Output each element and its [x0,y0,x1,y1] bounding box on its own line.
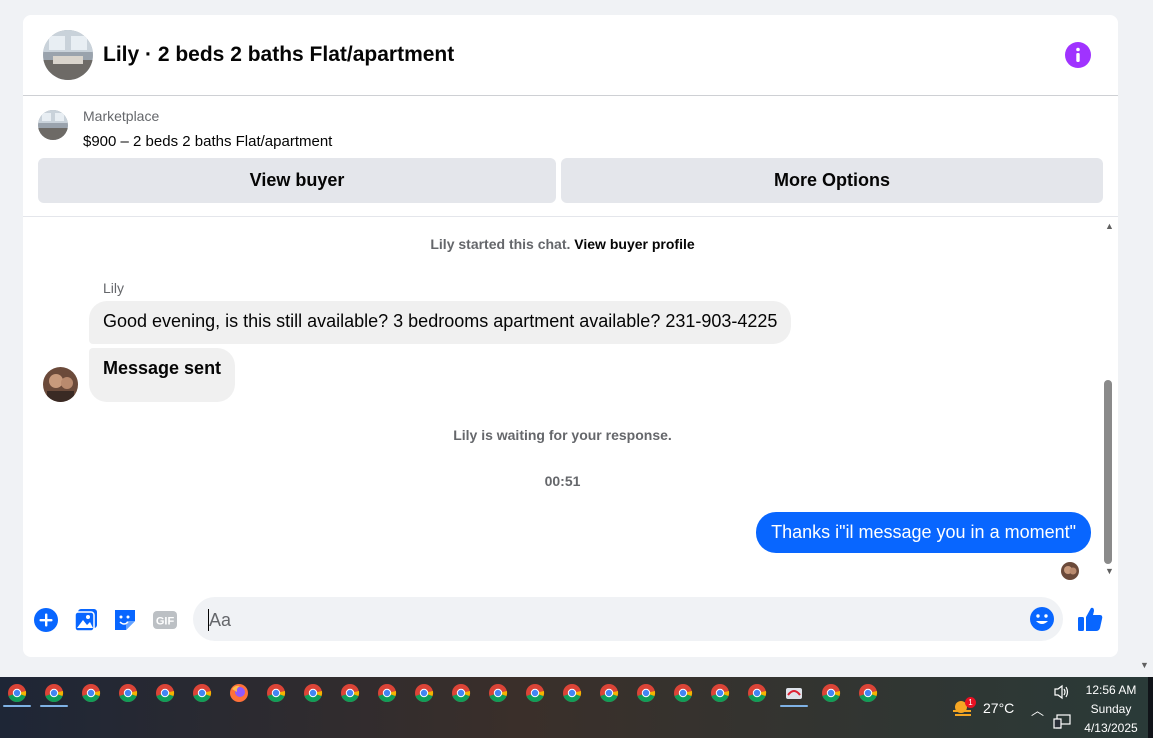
network-icon[interactable] [1053,714,1071,730]
weather-badge: 1 [965,697,976,708]
info-icon[interactable] [1065,42,1091,68]
chat-started-text: Lily started this chat. [430,236,571,252]
thread-scrollbar[interactable]: ▲ ▼ [1102,217,1118,587]
seen-avatar [1061,562,1079,580]
firefox-taskbar-icon[interactable] [229,683,249,703]
emoji-icon[interactable] [1029,606,1055,632]
message-composer: GIF [23,595,1118,647]
chrome-taskbar-icon[interactable] [414,683,434,703]
outgoing-message[interactable]: Thanks i"il message you in a moment" [756,512,1091,553]
sender-name: Lily [103,280,125,296]
chrome-taskbar-icon[interactable] [81,683,101,703]
chevron-up-icon[interactable]: ︿ [1031,700,1044,719]
running-app-indicator [780,705,808,707]
chrome-taskbar-icon[interactable] [636,683,656,703]
chrome-taskbar-icon[interactable] [673,683,693,703]
system-clock[interactable]: 12:56 AM Sunday 4/13/2025 [1080,681,1142,738]
chrome-taskbar-icon[interactable] [451,683,471,703]
text-caret [208,609,209,631]
chrome-taskbar-icon[interactable] [599,683,619,703]
chrome-taskbar-icon[interactable] [155,683,175,703]
chrome-taskbar-icon[interactable] [192,683,212,703]
gif-icon[interactable]: GIF [152,607,178,633]
windows-taskbar: 1 27°C ︿ 12:56 AM Sunday 4/13/2025 [0,677,1153,738]
sticker-icon[interactable] [112,607,138,633]
view-buyer-profile-link[interactable]: View buyer profile [574,236,694,252]
chrome-taskbar-icon[interactable] [525,683,545,703]
photo-icon[interactable] [73,607,99,633]
message-input[interactable] [207,597,1011,643]
message-thread[interactable]: Lily started this chat. View buyer profi… [23,217,1102,587]
chrome-taskbar-icon[interactable] [266,683,286,703]
waiting-notice: Lily is waiting for your response. [453,427,672,443]
chat-card: Lily · 2 beds 2 baths Flat/apartment Mar… [23,15,1118,657]
sender-avatar[interactable] [43,367,78,402]
temperature[interactable]: 27°C [983,700,1014,716]
listing-thumbnail[interactable] [38,110,68,140]
message-input-wrapper [193,597,1063,643]
marketplace-panel: Marketplace $900 – 2 beds 2 baths Flat/a… [23,96,1118,217]
running-app-indicator [40,705,68,707]
chrome-taskbar-icon[interactable] [377,683,397,703]
chrome-taskbar-icon[interactable] [821,683,841,703]
gif-label: GIF [156,616,175,628]
chrome-taskbar-icon[interactable] [44,683,64,703]
scroll-down-arrow-icon[interactable]: ▼ [1105,566,1114,576]
page-title: Lily · 2 beds 2 baths Flat/apartment [103,43,455,66]
show-desktop-button[interactable] [1148,677,1153,738]
listing-title[interactable]: $900 – 2 beds 2 baths Flat/apartment [83,133,332,150]
chrome-taskbar-icon[interactable] [858,683,878,703]
scrollbar-thumb[interactable] [1104,380,1112,564]
running-app-indicator [3,705,31,707]
page-scroll-down-arrow-icon[interactable]: ▼ [1140,660,1149,670]
app-taskbar-icon[interactable] [784,683,804,703]
chrome-taskbar-icon[interactable] [340,683,360,703]
chrome-taskbar-icon[interactable] [710,683,730,703]
chrome-taskbar-icon[interactable] [7,683,27,703]
chrome-taskbar-icon[interactable] [303,683,323,703]
plus-circle-icon[interactable] [33,607,59,633]
chrome-taskbar-icon[interactable] [562,683,582,703]
chrome-taskbar-icon[interactable] [118,683,138,703]
incoming-message[interactable]: Good evening, is this still available? 3… [89,301,792,344]
chat-started-notice: Lily started this chat. View buyer profi… [23,236,1102,252]
view-buyer-button[interactable]: View buyer [38,158,556,203]
message-timestamp: 00:51 [544,473,581,489]
clock-date: 4/13/2025 [1084,721,1138,735]
clock-time: 12:56 AM [1085,683,1137,697]
thumbs-up-icon[interactable] [1076,605,1104,633]
incoming-message[interactable]: Message sent [89,348,236,402]
chrome-taskbar-icon[interactable] [488,683,508,703]
chat-header: Lily · 2 beds 2 baths Flat/apartment [23,15,1118,96]
more-options-button[interactable]: More Options [561,158,1103,203]
clock-day: Sunday [1090,702,1132,716]
chrome-taskbar-icon[interactable] [747,683,767,703]
marketplace-label: Marketplace [83,108,160,124]
listing-avatar[interactable] [43,30,93,80]
volume-icon[interactable] [1053,684,1071,700]
scroll-up-arrow-icon[interactable]: ▲ [1105,221,1114,231]
